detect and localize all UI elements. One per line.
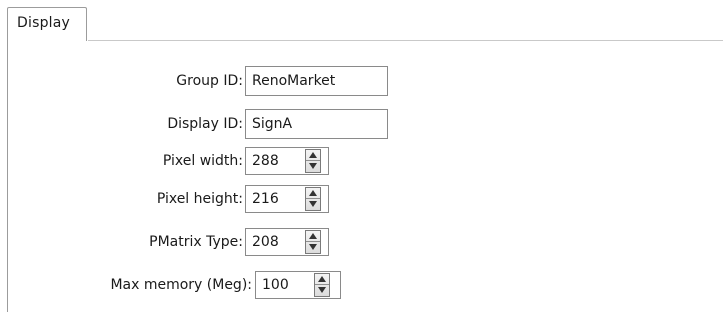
arrow-down-icon (309, 201, 317, 207)
tab-display[interactable]: Display (7, 7, 87, 41)
max-memory-spinner[interactable] (314, 273, 330, 297)
pmatrix-type-label: PMatrix Type: (149, 234, 243, 250)
pixel-width-decrement-button[interactable] (306, 161, 320, 172)
pmatrix-type-spinner[interactable] (305, 230, 321, 254)
pixel-height-spinner[interactable] (305, 187, 321, 211)
pixel-height-label: Pixel height: (156, 191, 243, 207)
max-memory-increment-button[interactable] (315, 274, 329, 285)
pixel-height-increment-button[interactable] (306, 188, 320, 199)
pixel-width-spinner[interactable] (305, 149, 321, 173)
display-id-input[interactable]: SignA (245, 109, 388, 139)
arrow-up-icon (318, 276, 326, 282)
arrow-down-icon (309, 163, 317, 169)
pmatrix-type-decrement-button[interactable] (306, 242, 320, 253)
group-id-input[interactable]: RenoMarket (245, 66, 388, 96)
arrow-up-icon (309, 233, 317, 239)
max-memory-label: Max memory (Meg): (110, 277, 252, 293)
display-settings-panel: Group ID: RenoMarket Display ID: SignA P… (7, 41, 723, 312)
pixel-width-value: 288 (252, 153, 279, 169)
arrow-up-icon (309, 190, 317, 196)
arrow-down-icon (309, 244, 317, 250)
pmatrix-type-value: 208 (252, 234, 279, 250)
max-memory-value: 100 (262, 277, 289, 293)
display-id-label: Display ID: (167, 116, 243, 132)
max-memory-decrement-button[interactable] (315, 285, 329, 296)
pmatrix-type-increment-button[interactable] (306, 231, 320, 242)
arrow-up-icon (309, 152, 317, 158)
pixel-height-value: 216 (252, 191, 279, 207)
pixel-height-decrement-button[interactable] (306, 199, 320, 210)
pixel-width-label: Pixel width: (162, 153, 243, 169)
group-id-label: Group ID: (176, 73, 243, 89)
tab-strip: Display (0, 0, 723, 42)
pixel-width-increment-button[interactable] (306, 150, 320, 161)
arrow-down-icon (318, 287, 326, 293)
tab-display-label: Display (17, 15, 71, 31)
